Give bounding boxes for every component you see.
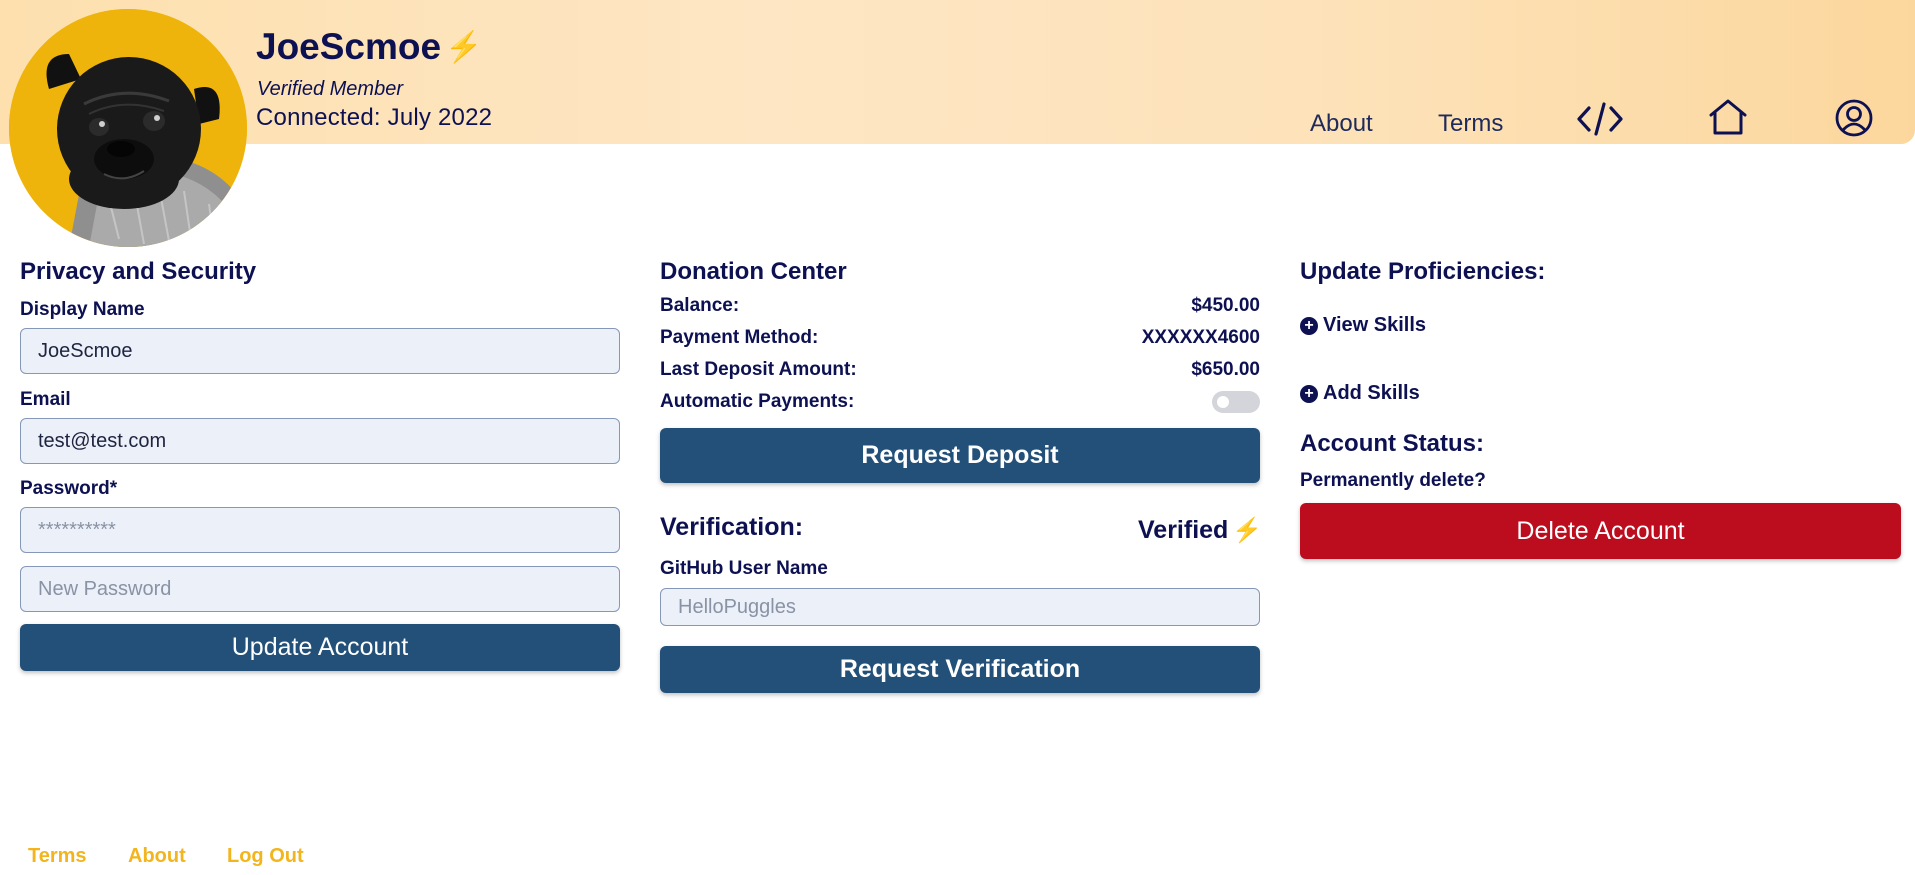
verification-section-title: Verification:: [660, 513, 804, 541]
github-username-input[interactable]: [660, 588, 1260, 626]
profile-username: JoeScmoe ⚡: [256, 26, 482, 68]
plus-circle-icon: +: [1300, 316, 1318, 335]
last-deposit-label: Last Deposit Amount:: [660, 359, 857, 380]
lightning-bolt-icon: ⚡: [445, 30, 483, 64]
plus-circle-icon: +: [1300, 384, 1318, 403]
add-skills-label: Add Skills: [1323, 382, 1420, 404]
display-name-label: Display Name: [20, 299, 145, 320]
verified-status-text: Verified: [1138, 516, 1229, 544]
password-input[interactable]: [20, 507, 620, 553]
member-status-label: Verified Member: [257, 78, 403, 100]
view-skills-button[interactable]: + View Skills: [1300, 314, 1426, 337]
request-deposit-button[interactable]: Request Deposit: [660, 428, 1260, 483]
account-status-title: Account Status:: [1300, 430, 1485, 457]
payment-method-label: Payment Method:: [660, 327, 819, 348]
email-input[interactable]: [20, 418, 620, 464]
nav-terms-link[interactable]: Terms: [1438, 110, 1503, 138]
proficiencies-section-title: Update Proficiencies:: [1300, 258, 1546, 285]
donation-section-title: Donation Center: [660, 258, 847, 285]
connected-date: Connected: July 2022: [256, 104, 493, 131]
toggle-knob: [1217, 396, 1229, 408]
delete-account-button[interactable]: Delete Account: [1300, 503, 1901, 559]
last-deposit-value: $650.00: [1191, 359, 1260, 380]
add-skills-button[interactable]: + Add Skills: [1300, 382, 1420, 405]
user-account-icon[interactable]: [1835, 99, 1873, 142]
footer-terms-link[interactable]: Terms: [28, 845, 87, 868]
footer-about-link[interactable]: About: [128, 845, 186, 868]
verification-status: Verified ⚡: [1138, 516, 1262, 545]
balance-label: Balance:: [660, 295, 740, 316]
payment-method-value: XXXXXX4600: [1141, 327, 1260, 348]
avatar: [9, 9, 247, 247]
privacy-section-title: Privacy and Security: [20, 258, 257, 285]
balance-value: $450.00: [1191, 295, 1260, 316]
code-icon[interactable]: [1577, 101, 1623, 142]
footer-logout-link[interactable]: Log Out: [227, 845, 304, 868]
update-account-button[interactable]: Update Account: [20, 624, 620, 671]
lightning-bolt-icon: ⚡: [1232, 517, 1263, 544]
automatic-payments-label: Automatic Payments:: [660, 391, 855, 412]
new-password-input[interactable]: [20, 566, 620, 612]
home-icon[interactable]: [1708, 98, 1748, 141]
delete-prompt-label: Permanently delete?: [1300, 470, 1486, 491]
github-username-label: GitHub User Name: [660, 558, 828, 579]
request-verification-button[interactable]: Request Verification: [660, 646, 1260, 693]
nav-about-link[interactable]: About: [1310, 110, 1373, 138]
pug-avatar-image: [9, 9, 247, 247]
view-skills-label: View Skills: [1323, 314, 1427, 336]
email-label: Email: [20, 389, 71, 410]
automatic-payments-toggle[interactable]: [1212, 391, 1260, 413]
password-label: Password*: [20, 478, 118, 499]
username-text: JoeScmoe: [256, 26, 442, 67]
display-name-input[interactable]: [20, 328, 620, 374]
